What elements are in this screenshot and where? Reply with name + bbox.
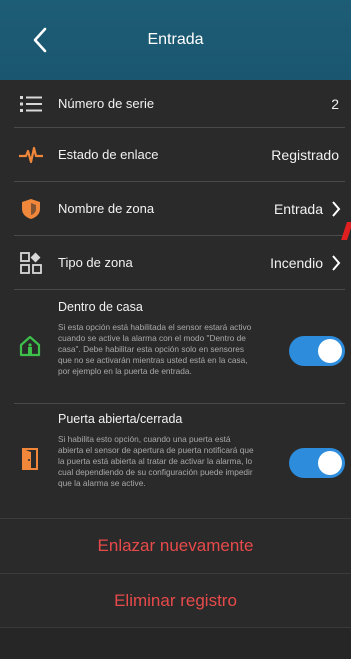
- home-icon: [18, 334, 42, 358]
- settings-list: Número de serie 2 Estado de enlace Regis…: [0, 80, 351, 518]
- toggle-description: Si habilita esto opción, cuando una puer…: [58, 434, 254, 488]
- switch-knob: [318, 339, 342, 363]
- row-zone-type[interactable]: Tipo de zona Incendio: [14, 236, 345, 290]
- delete-record-button[interactable]: Eliminar registro: [0, 573, 351, 627]
- toggle-title: Puerta abierta/cerrada: [58, 412, 183, 426]
- toggle-title: Dentro de casa: [58, 300, 143, 314]
- toggle-description: Si esta opción está habilitada el sensor…: [58, 322, 252, 376]
- back-button[interactable]: [28, 25, 52, 55]
- chevron-right-icon: [329, 200, 343, 218]
- row-label: Número de serie: [58, 96, 155, 111]
- row-value: Incendio: [270, 254, 323, 271]
- shield-icon: [18, 196, 44, 222]
- chevron-right-icon: [329, 254, 343, 272]
- row-label: Tipo de zona: [58, 255, 133, 270]
- list-icon: [18, 91, 44, 117]
- row-label: Estado de enlace: [58, 147, 159, 162]
- inside-home-switch[interactable]: [289, 336, 345, 366]
- row-value: Entrada: [273, 200, 323, 217]
- row-label: Nombre de zona: [58, 201, 155, 216]
- row-value: 2: [331, 95, 339, 112]
- relink-button[interactable]: Enlazar nuevamente: [0, 518, 351, 572]
- door-icon: [18, 447, 42, 471]
- zone-type-icon: [18, 250, 44, 276]
- door-open-closed-switch[interactable]: [289, 448, 345, 478]
- row-serial-number: Número de serie 2: [14, 80, 345, 128]
- switch-knob: [318, 451, 342, 475]
- page-title: Entrada: [147, 31, 204, 48]
- toggle-inside-home: Dentro de casa Si esta opción está habil…: [14, 290, 345, 404]
- pulse-icon: [18, 142, 44, 168]
- row-value: Registrado: [271, 146, 339, 163]
- row-zone-name[interactable]: Nombre de zona Entrada: [14, 182, 345, 236]
- header-bar: Entrada: [0, 0, 351, 80]
- bottom-bar: [0, 627, 351, 659]
- toggle-door-open-closed: Puerta abierta/cerrada Si habilita esto …: [14, 404, 345, 518]
- chevron-left-icon: [33, 27, 47, 53]
- row-link-status: Estado de enlace Registrado: [14, 128, 345, 182]
